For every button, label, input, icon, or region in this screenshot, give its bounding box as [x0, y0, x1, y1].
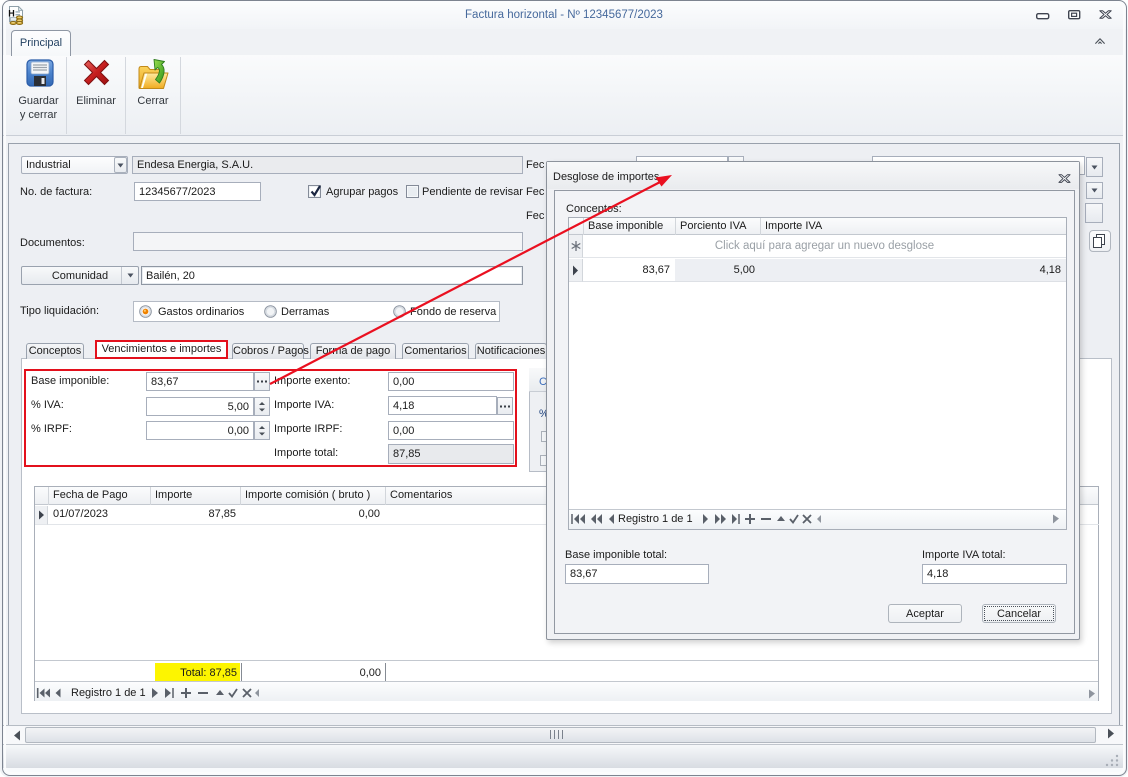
- svg-text:H: H: [8, 9, 15, 19]
